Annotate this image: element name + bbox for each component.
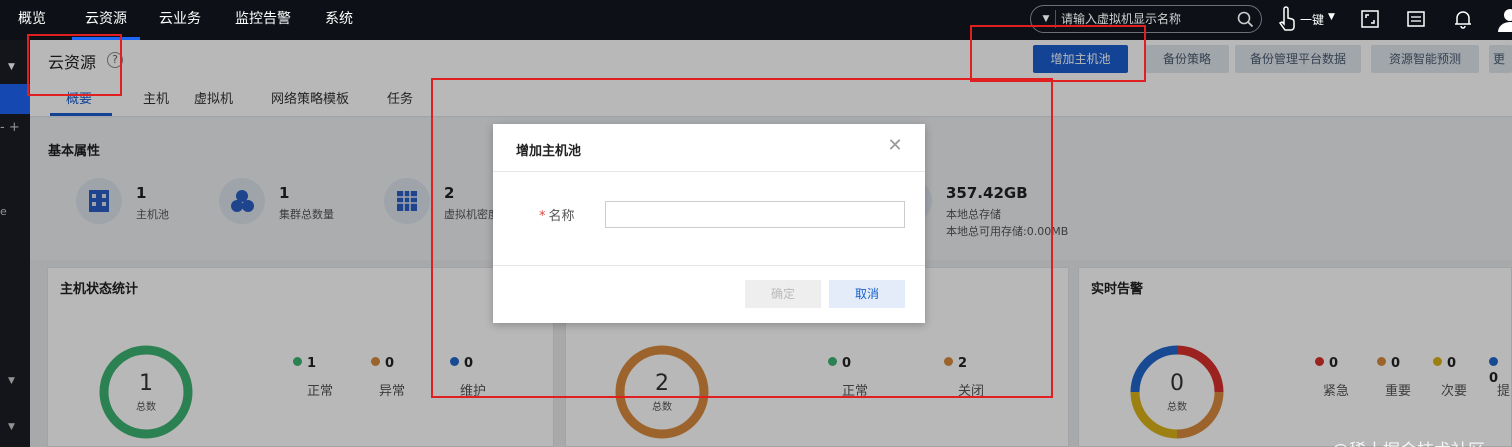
one-key-dropdown-icon[interactable]: ▼ [1328, 12, 1335, 22]
watermark-text: @稀土掘金技术社区 [1332, 436, 1485, 447]
annotation-box-title [27, 34, 122, 96]
annotation-box-dialog [431, 78, 1053, 398]
one-key-touch-icon[interactable] [1277, 6, 1297, 32]
nav-item-system[interactable]: 系统 [325, 0, 353, 40]
user-avatar-icon[interactable] [1496, 6, 1512, 32]
nav-item-cloud-business[interactable]: 云业务 [159, 0, 201, 40]
task-list-icon[interactable] [1407, 10, 1425, 28]
fullscreen-icon[interactable] [1361, 10, 1379, 28]
search-icon[interactable] [1237, 11, 1254, 28]
top-nav-bar: 概览 云资源 云业务 监控告警 系统 ▼ 一键 ▼ [0, 0, 1512, 40]
nav-item-monitoring[interactable]: 监控告警 [235, 0, 291, 40]
annotation-box-add-button [970, 25, 1146, 82]
bell-icon[interactable] [1454, 9, 1472, 29]
one-key-label[interactable]: 一键 [1300, 11, 1324, 28]
